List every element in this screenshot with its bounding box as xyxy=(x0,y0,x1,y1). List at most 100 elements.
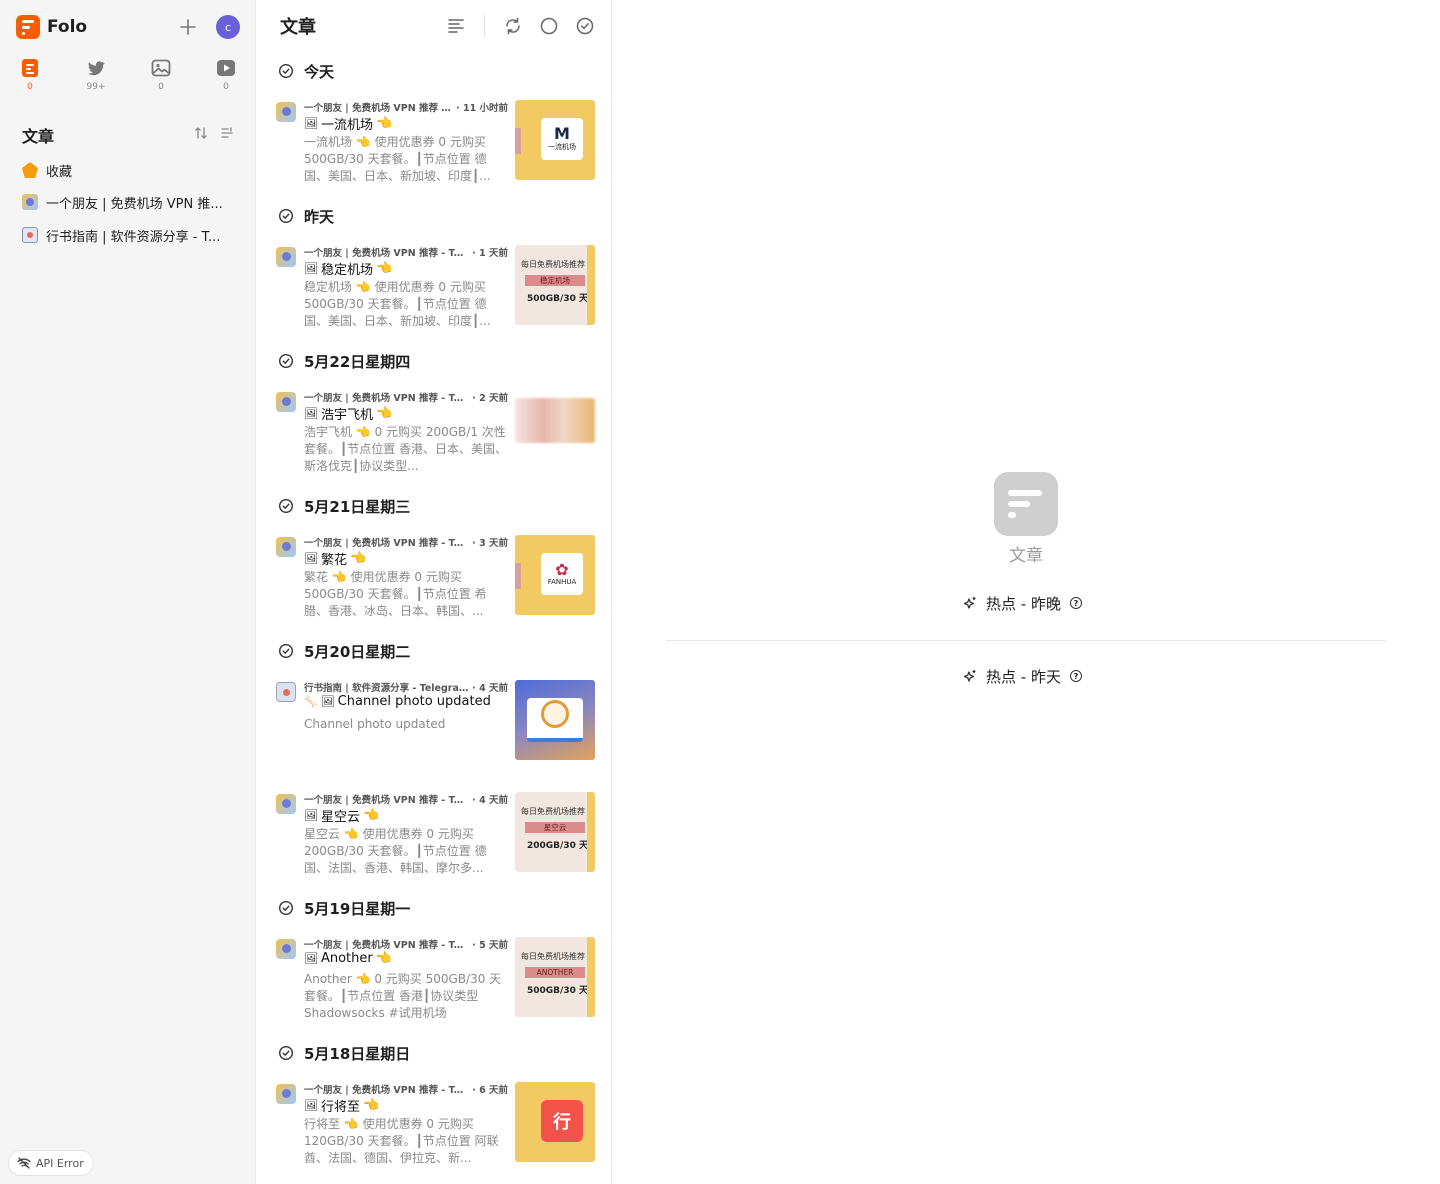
date-group-label: 5月18日星期日 xyxy=(304,1044,411,1063)
entry-time: · 1 天前 xyxy=(472,248,508,259)
date-group-header[interactable]: 5月19日星期一 xyxy=(278,898,410,918)
entry-item[interactable]: 一个朋友 | 免费机场 VPN 推荐 - Te... · 5 天前 🖼 Anothe… xyxy=(274,937,596,1021)
pointing-hand-icon: 👈 xyxy=(375,406,393,421)
view-social[interactable]: 99+ xyxy=(76,58,116,92)
entry-thumbnail: 每日免费机场推荐 稳定机场 500GB/30 天 xyxy=(515,245,595,325)
entry-meta: 一个朋友 | 免费机场 VPN 推荐 -... · 11 小时前 xyxy=(304,100,508,114)
entry-meta: 一个朋友 | 免费机场 VPN 推荐 - Te... · 6 天前 xyxy=(304,1082,508,1096)
picture-frame-icon: 🖼 xyxy=(304,262,318,275)
sidebar-section-title[interactable]: 文章 xyxy=(22,123,54,147)
entry-item[interactable]: 行书指南 | 软件资源分享 - Telegra... · 4 天前 🦴 🖼 Chann… xyxy=(274,680,596,764)
entry-meta: 一个朋友 | 免费机场 VPN 推荐 - Tel... · 1 天前 xyxy=(304,245,508,259)
check-circle-icon xyxy=(278,1045,294,1061)
sort-icon[interactable] xyxy=(194,126,208,140)
picture-frame-icon: 🖼 xyxy=(304,407,318,420)
pointing-hand-icon: 👈 xyxy=(375,116,393,131)
sidebar-item-favorites[interactable]: 收藏 xyxy=(14,157,244,183)
picture-frame-icon: 🖼 xyxy=(304,952,318,965)
entry-meta: 一个朋友 | 免费机场 VPN 推荐 - Te... · 5 天前 xyxy=(304,937,508,951)
picture-frame-icon: 🖼 xyxy=(304,552,318,565)
toolbar-divider xyxy=(484,14,485,38)
date-group-header[interactable]: 5月21日星期三 xyxy=(278,496,410,516)
entry-meta: 一个朋友 | 免费机场 VPN 推荐 - Te... · 3 天前 xyxy=(304,535,508,549)
hot-topics-last-night[interactable]: 热点 - 昨晚 ? xyxy=(963,593,1082,613)
sidebar-item-feed-vpn[interactable]: 一个朋友 | 免费机场 VPN 推... xyxy=(14,189,244,215)
date-group-header[interactable]: 昨天 xyxy=(278,206,334,226)
user-avatar[interactable]: c xyxy=(216,15,240,39)
entry-description: 繁花 👈 使用优惠券 0 元购买 500GB/30 天套餐。┃节点位置 希腊、香… xyxy=(304,570,487,618)
refresh-icon[interactable] xyxy=(503,16,523,36)
entry-title: 🖼 一流机场 👈 xyxy=(304,116,393,133)
entry-item[interactable]: 一个朋友 | 免费机场 VPN 推荐 - Tel... · 1 天前 🖼 稳定机场 👈… xyxy=(274,245,596,329)
hot-topics-label: 热点 - 昨天 xyxy=(986,667,1061,686)
mark-all-read-icon[interactable] xyxy=(575,16,595,36)
entry-thumbnail: ✿ FANHUA xyxy=(515,535,595,615)
content-pane: 文章 热点 - 昨晚 ? 热点 - 昨天 ? xyxy=(612,0,1440,1184)
add-feed-button[interactable] xyxy=(177,16,199,38)
empty-state-label: 文章 xyxy=(1009,546,1043,566)
feed-avatar-icon xyxy=(22,227,38,243)
view-pictures-count: 0 xyxy=(158,82,164,92)
date-group-header[interactable]: 5月22日星期四 xyxy=(278,351,410,371)
hot-topics-yesterday[interactable]: 热点 - 昨天 ? xyxy=(963,666,1082,686)
sidebar-item-label: 行书指南 | 软件资源分享 - T... xyxy=(46,229,221,245)
entry-source: 一个朋友 | 免费机场 VPN 推荐 - Te... xyxy=(304,538,470,549)
thumbnail-caption: 200GB/30 天 xyxy=(527,841,588,851)
feed-avatar-icon xyxy=(276,537,296,557)
entry-time: · 5 天前 xyxy=(472,940,508,951)
entry-item[interactable]: 一个朋友 | 免费机场 VPN 推荐 - Te... · 4 天前 🖼 星空云 👈 星… xyxy=(274,792,596,876)
date-group-header[interactable]: 5月18日星期日 xyxy=(278,1043,410,1063)
view-pictures[interactable]: 0 xyxy=(141,58,181,92)
twitter-bird-icon xyxy=(87,61,105,76)
entry-item[interactable]: 一个朋友 | 免费机场 VPN 推荐 -... · 11 小时前 🖼 一流机场 👈 一… xyxy=(274,100,596,184)
entry-item[interactable]: 一个朋友 | 免费机场 VPN 推荐 - Te... · 2 天前 🖼 浩宇飞机 👈 … xyxy=(274,390,596,474)
date-group-label: 5月19日星期一 xyxy=(304,899,411,918)
entry-thumbnail: M 一流机场 xyxy=(515,100,595,180)
view-mode-icon[interactable] xyxy=(446,16,466,36)
entry-title: 🖼 星空云 👈 xyxy=(304,808,380,825)
view-articles[interactable]: 0 xyxy=(10,58,50,92)
entry-item[interactable]: 一个朋友 | 免费机场 VPN 推荐 - Te... · 3 天前 🖼 繁花 👈 繁花… xyxy=(274,535,596,619)
date-group-header[interactable]: 5月20日星期二 xyxy=(278,641,410,661)
thumbnail-logo-mark: 行 xyxy=(541,1100,583,1142)
help-icon[interactable]: ? xyxy=(1069,670,1082,682)
entry-item[interactable]: 一个朋友 | 免费机场 VPN 推荐 - Te... · 6 天前 🖼 行将至 👈 行… xyxy=(274,1082,596,1166)
sparkles-icon xyxy=(963,670,976,682)
date-group-label: 5月20日星期二 xyxy=(304,642,411,661)
date-group-header[interactable]: 今天 xyxy=(278,61,334,81)
thumbnail-caption: 500GB/30 天 xyxy=(527,986,588,996)
divider xyxy=(666,640,1386,641)
view-videos[interactable]: 0 xyxy=(206,58,246,92)
video-play-icon xyxy=(217,60,235,76)
entry-title: 🦴 🖼 Channel photo updated xyxy=(304,694,491,709)
entry-source: 一个朋友 | 免费机场 VPN 推荐 - Te... xyxy=(304,393,470,404)
feed-avatar-icon xyxy=(276,682,296,702)
thumbnail-logo-mark: M xyxy=(554,124,570,143)
help-icon[interactable]: ? xyxy=(1069,597,1082,609)
api-error-label: API Error xyxy=(36,1156,84,1170)
feed-avatar-icon xyxy=(276,102,296,122)
picture-frame-icon: 🖼 xyxy=(320,695,335,708)
sidebar: Folo c 0 99+ 0 0 文章 收藏 一个朋友 | 免费机场 VPN 推… xyxy=(0,0,256,1184)
api-error-badge[interactable]: API Error xyxy=(8,1150,94,1176)
entry-source: 行书指南 | 软件资源分享 - Telegra... xyxy=(304,683,470,694)
check-circle-icon xyxy=(278,63,294,79)
entry-title: 🖼 稳定机场 👈 xyxy=(304,261,393,278)
brand[interactable]: Folo xyxy=(16,15,87,39)
entry-description: 行将至 👈 使用优惠券 0 元购买 120GB/30 天套餐。┃节点位置 阿联酋… xyxy=(304,1117,499,1165)
feed-avatar-icon xyxy=(276,1084,296,1104)
sidebar-item-feed-software[interactable]: 行书指南 | 软件资源分享 - T... xyxy=(14,222,244,248)
sidebar-item-label: 收藏 xyxy=(46,164,73,180)
entry-title: 🖼 繁花 👈 xyxy=(304,551,367,568)
pointing-hand-icon: 👈 xyxy=(349,551,367,566)
entry-meta: 一个朋友 | 免费机场 VPN 推荐 - Te... · 2 天前 xyxy=(304,390,508,404)
entry-description: 浩宇飞机 👈 0 元购买 200GB/1 次性套餐。┃节点位置 香港、日本、美国… xyxy=(304,425,508,473)
feed-avatar-icon xyxy=(276,392,296,412)
star-icon xyxy=(22,162,38,178)
list-options-icon[interactable] xyxy=(220,126,234,140)
entry-time: · 2 天前 xyxy=(472,393,508,404)
folo-logo-icon xyxy=(16,15,40,39)
unread-filter-icon[interactable] xyxy=(539,16,559,36)
thumbnail-caption: FANHUA xyxy=(547,578,577,586)
entry-description: Another 👈 0 元购买 500GB/30 天套餐。┃节点位置 香港┃协议… xyxy=(304,972,502,1020)
